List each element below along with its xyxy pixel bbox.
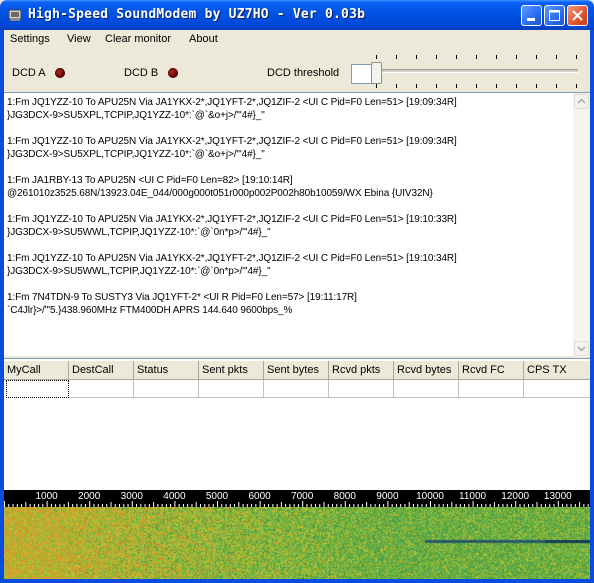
slider-tick — [416, 55, 417, 59]
slider-tick — [376, 84, 377, 88]
monitor-vertical-scrollbar[interactable] — [573, 93, 590, 357]
grid-cell[interactable] — [394, 380, 459, 398]
slider-tick — [436, 84, 437, 88]
scale-label: 7000 — [291, 491, 314, 502]
monitor-line: 1:Fm 7N4TDN-9 To SUSTY3 Via JQ1YFT-2* <U… — [7, 292, 357, 303]
column-header-rcvd-pkts[interactable]: Rcvd pkts — [329, 361, 394, 380]
monitor-line: 1:Fm JA1RBY-13 To APU25N <UI C Pid=F0 Le… — [7, 175, 293, 186]
grid-cell[interactable] — [329, 380, 394, 398]
title-bar[interactable]: High-Speed SoundModem by UZ7HO - Ver 0.0… — [0, 0, 594, 30]
menu-about[interactable]: About — [189, 33, 218, 45]
dcd-threshold-track[interactable] — [378, 69, 578, 73]
scale-label: 12000 — [501, 491, 529, 502]
window-frame-bottom — [0, 579, 594, 583]
scale-label: 9000 — [376, 491, 399, 502]
grid-cell-selected[interactable] — [6, 380, 69, 398]
scale-label: 2000 — [78, 491, 101, 502]
monitor-line: 1:Fm JQ1YZZ-10 To APU25N Via JA1YKX-2*,J… — [7, 214, 457, 225]
column-header-sent-pkts[interactable]: Sent pkts — [199, 361, 264, 380]
slider-tick — [456, 55, 457, 59]
close-button[interactable] — [567, 5, 588, 26]
grid-cell[interactable] — [524, 380, 590, 398]
close-icon — [572, 10, 583, 21]
column-header-destcall[interactable]: DestCall — [69, 361, 134, 380]
slider-tick — [456, 84, 457, 88]
slider-tick — [556, 55, 557, 59]
slider-tick — [496, 84, 497, 88]
chevron-up-icon — [577, 98, 586, 104]
frequency-scale[interactable]: 1000 2000 3000 4000 5000 6000 7000 8000 9000 1000… — [4, 490, 590, 507]
scale-label: 8000 — [334, 491, 357, 502]
maximize-icon — [549, 10, 560, 21]
slider-tick — [416, 84, 417, 88]
scroll-up-button[interactable] — [574, 94, 589, 109]
dcd-b-label: DCD B — [124, 67, 159, 79]
scroll-down-button[interactable] — [574, 341, 589, 356]
scale-label: 11000 — [459, 491, 487, 502]
slider-tick — [376, 55, 377, 59]
scale-label: 10000 — [416, 491, 444, 502]
slider-tick — [396, 55, 397, 59]
monitor-line: }JG3DCX-9>SU5WWL,TCPIP,JQ1YZZ-10*:`@`0n*… — [7, 266, 271, 277]
slider-tick — [536, 84, 537, 88]
monitor-text-area[interactable]: 1:Fm JQ1YZZ-10 To APU25N Via JA1YKX-2*,J… — [4, 92, 590, 357]
monitor-line: 1:Fm JQ1YZZ-10 To APU25N Via JA1YKX-2*,J… — [7, 136, 457, 147]
menu-settings[interactable]: Settings — [10, 33, 50, 45]
dcd-threshold-slider-thumb[interactable] — [371, 62, 382, 84]
slider-tick — [476, 55, 477, 59]
grid-cell[interactable] — [264, 380, 329, 398]
scale-label: 13000 — [544, 491, 572, 502]
slider-tick — [516, 55, 517, 59]
slider-tick — [576, 84, 577, 88]
monitor-line: }JG3DCX-9>SU5WWL,TCPIP,JQ1YZZ-10*:`@`0n*… — [7, 227, 271, 238]
column-header-status[interactable]: Status — [134, 361, 199, 380]
dcd-threshold-label: DCD threshold — [267, 67, 340, 79]
connections-grid[interactable]: MyCall DestCall Status Sent pkts Sent by… — [4, 358, 590, 490]
window-frame-right — [590, 30, 594, 583]
maximize-button[interactable] — [544, 5, 565, 26]
slider-tick — [556, 84, 557, 88]
slider-tick — [396, 84, 397, 88]
chevron-down-icon — [577, 346, 586, 352]
grid-cell[interactable] — [459, 380, 524, 398]
dcd-a-label: DCD A — [12, 67, 46, 79]
window-title: High-Speed SoundModem by UZ7HO - Ver 0.0… — [28, 7, 366, 22]
column-header-rcvd-fc[interactable]: Rcvd FC — [459, 361, 524, 380]
waterfall-display[interactable] — [4, 507, 590, 579]
menu-clear-monitor[interactable]: Clear monitor — [105, 33, 171, 45]
column-header-rcvd-bytes[interactable]: Rcvd bytes — [394, 361, 459, 380]
slider-tick — [536, 55, 537, 59]
slider-tick — [476, 84, 477, 88]
dcd-b-indicator — [168, 68, 178, 78]
scale-label: 1000 — [35, 491, 58, 502]
monitor-line: }JG3DCX-9>SU5XPL,TCPIP,JQ1YZZ-10*:`@`&o+… — [7, 110, 265, 121]
monitor-line: @261010z3525.68N/13923.04E_044/000g000t0… — [7, 188, 433, 199]
column-header-cps-tx[interactable]: CPS TX — [524, 361, 590, 380]
minimize-button[interactable] — [521, 5, 542, 26]
app-icon[interactable] — [7, 7, 23, 23]
frequency-ticks: 1000 2000 3000 4000 5000 6000 7000 8000 9000 1000… — [4, 491, 589, 507]
monitor-line: `C4Jlr}>/"'5.}438.960MHz FTM400DH APRS 1… — [7, 305, 293, 316]
column-header-sent-bytes[interactable]: Sent bytes — [264, 361, 329, 380]
monitor-line: }JG3DCX-9>SU5XPL,TCPIP,JQ1YZZ-10*:`@`&o+… — [7, 149, 265, 160]
slider-tick — [496, 55, 497, 59]
menu-bar: Settings View Clear monitor About — [4, 30, 590, 49]
scale-label: 3000 — [121, 491, 144, 502]
monitor-line: 1:Fm JQ1YZZ-10 To APU25N Via JA1YKX-2*,J… — [7, 253, 457, 264]
grid-cell[interactable] — [134, 380, 199, 398]
grid-cell[interactable] — [69, 380, 134, 398]
scale-label: 5000 — [206, 491, 229, 502]
dcd-a-indicator — [55, 68, 65, 78]
slider-tick — [516, 84, 517, 88]
scale-label: 6000 — [248, 491, 271, 502]
minimize-icon — [527, 18, 535, 21]
slider-tick — [576, 55, 577, 59]
column-header-mycall[interactable]: MyCall — [4, 361, 69, 380]
grid-cell[interactable] — [199, 380, 264, 398]
scale-label: 4000 — [163, 491, 186, 502]
slider-tick — [436, 55, 437, 59]
menu-view[interactable]: View — [67, 33, 91, 45]
monitor-line: 1:Fm JQ1YZZ-10 To APU25N Via JA1YKX-2*,J… — [7, 97, 457, 108]
